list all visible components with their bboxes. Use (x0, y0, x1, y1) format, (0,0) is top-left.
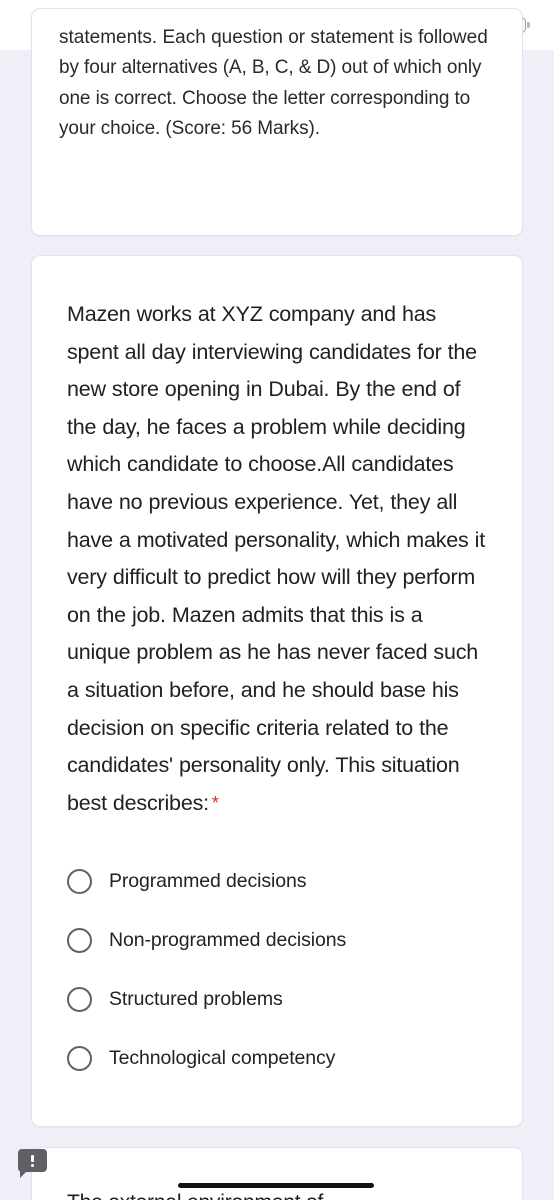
instructions-card: statements. Each question or statement i… (31, 8, 523, 236)
next-question-text: The external environment of (67, 1191, 323, 1200)
instructions-clipped-line: statements. Each question or statement i… (59, 27, 488, 48)
comment-alert-bubble-icon[interactable] (18, 1149, 47, 1178)
form-scroll-area[interactable]: statements. Each question or statement i… (0, 8, 554, 1200)
radio-button[interactable] (67, 1046, 92, 1072)
option-row[interactable]: Structured problems (67, 970, 487, 1029)
required-asterisk: * (211, 792, 219, 813)
option-row[interactable]: Programmed decisions (67, 852, 487, 911)
radio-button[interactable] (67, 869, 92, 895)
question-card: Mazen works at XYZ company and has spent… (31, 255, 523, 1128)
radio-button[interactable] (67, 987, 92, 1013)
option-label: Structured problems (109, 988, 283, 1011)
next-question-card: The external environment of (31, 1147, 523, 1200)
answer-options: Programmed decisions Non-programmed deci… (67, 852, 487, 1088)
option-label: Non-programmed decisions (109, 929, 347, 952)
underline-annotation (178, 1183, 374, 1188)
option-row[interactable]: Non-programmed decisions (67, 911, 487, 970)
option-row[interactable]: Technological competency (67, 1029, 487, 1088)
option-label: Technological competency (109, 1047, 336, 1070)
phone-screen: 11:57 statements. Each question or state… (0, 0, 554, 1200)
question-body: Mazen works at XYZ company and has spent… (67, 302, 486, 815)
option-label: Programmed decisions (109, 870, 307, 893)
radio-button[interactable] (67, 928, 92, 954)
question-text: Mazen works at XYZ company and has spent… (67, 296, 487, 822)
